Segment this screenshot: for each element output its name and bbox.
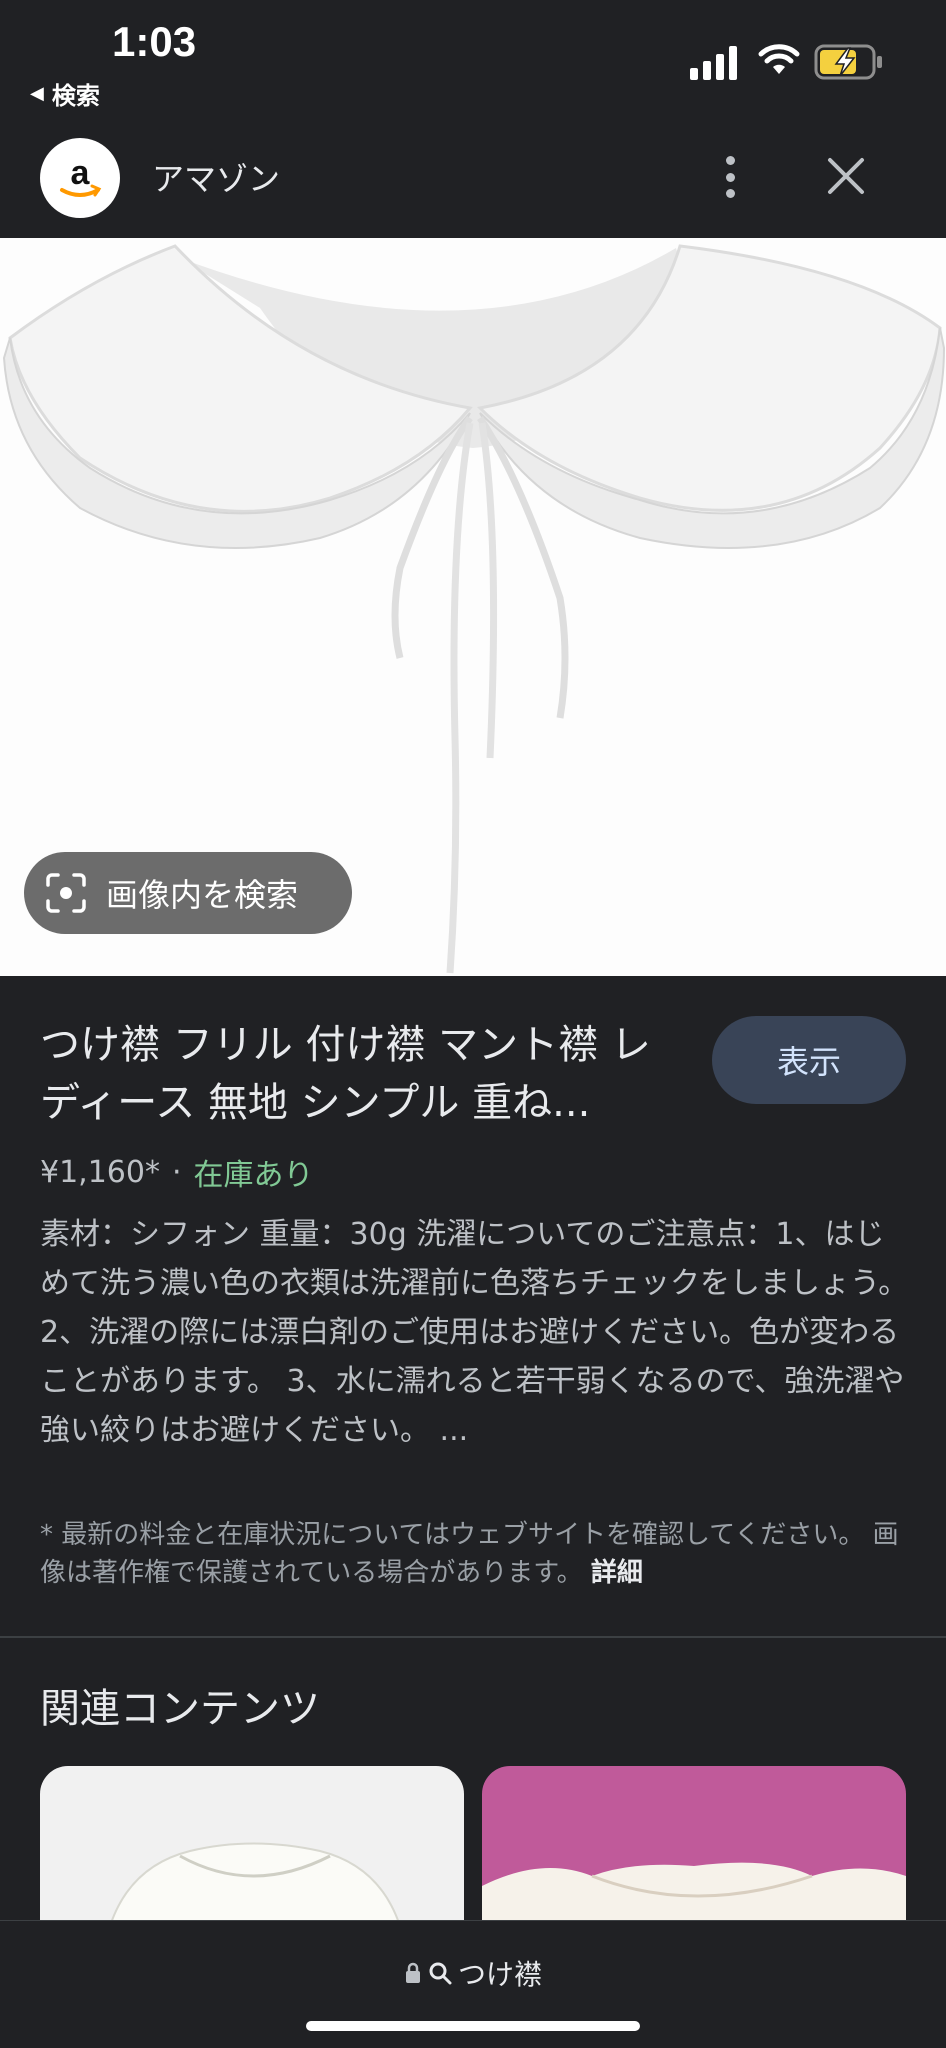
battery-charging-icon	[814, 44, 882, 80]
status-bar: 1:03 ◀ 検索	[0, 0, 946, 120]
source-header: a アマゾン	[0, 130, 946, 230]
product-description: 素材：シフォン 重量：30g 洗濯についてのご注意点：1、はじめて洗う濃い色の衣…	[40, 1217, 909, 1448]
disclaimer-text: * 最新の料金と在庫状況についてはウェブサイトを確認してください。 画像は著作権…	[40, 1520, 899, 1588]
more-options-icon[interactable]	[712, 152, 748, 202]
stock-status: 在庫あり	[193, 1158, 314, 1193]
lock-icon	[405, 1962, 420, 1983]
url-query: つけ襟	[457, 1958, 542, 1991]
amazon-logo[interactable]: a	[40, 138, 120, 218]
home-indicator[interactable]	[306, 2021, 640, 2031]
source-name[interactable]: アマゾン	[152, 154, 280, 200]
related-image	[108, 1842, 402, 1926]
wifi-icon	[758, 44, 800, 74]
product-image[interactable]: 画像内を検索	[0, 238, 946, 976]
back-triangle-icon: ◀	[30, 83, 44, 104]
app-root: 1:03 ◀ 検索 a アマゾン 画像内を検索 つけ襟 フリル 付け襟 マント襟…	[0, 0, 946, 2048]
svg-text:a: a	[71, 154, 91, 192]
search-in-image-button[interactable]: 画像内を検索	[24, 852, 352, 934]
lens-icon	[46, 873, 86, 913]
url-display[interactable]: つけ襟	[0, 1953, 946, 1993]
status-time: 1:03	[112, 18, 197, 65]
back-label: 検索	[51, 82, 100, 110]
cellular-signal-icon	[690, 46, 737, 80]
search-in-image-label: 画像内を検索	[106, 876, 299, 914]
amazon-logo-mark: a	[60, 154, 102, 197]
bottom-url-bar: つけ襟	[0, 1920, 946, 2048]
view-button[interactable]: 表示	[712, 1016, 906, 1104]
section-divider	[0, 1636, 946, 1638]
product-title[interactable]: つけ襟 フリル 付け襟 マント襟 レディース 無地 シンプル 重ね...	[40, 1016, 680, 1132]
product-price: ¥1,160*	[40, 1154, 160, 1190]
details-link[interactable]: 詳細	[591, 1558, 643, 1588]
back-to-search-button[interactable]: ◀ 検索	[30, 76, 100, 111]
related-card[interactable]	[40, 1766, 464, 1926]
price-separator: ·	[171, 1154, 182, 1190]
related-card[interactable]	[482, 1766, 906, 1926]
close-icon[interactable]	[822, 152, 870, 200]
price-row: ¥1,160* · 在庫あり	[40, 1150, 314, 1194]
search-icon	[429, 1962, 452, 1985]
related-content-heading: 関連コンテンツ	[40, 1686, 320, 1732]
related-image	[482, 1862, 906, 1926]
disclaimer: * 最新の料金と在庫状況についてはウェブサイトを確認してください。 画像は著作権…	[40, 1516, 910, 1592]
